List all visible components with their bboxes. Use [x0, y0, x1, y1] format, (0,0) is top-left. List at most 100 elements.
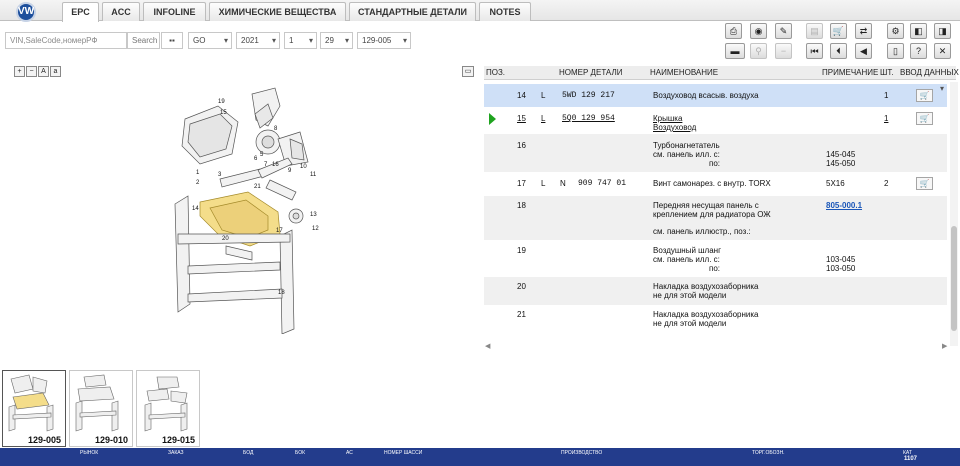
table-row-15[interactable]: 15 L 5Q0 129 954 Крышка Воздуховод 1 🛒 — [484, 107, 947, 134]
zoom-out-icon[interactable]: − — [26, 66, 37, 77]
callout-9: 9 — [288, 168, 292, 174]
thumbnail-129-005[interactable]: 129-005 — [2, 370, 66, 447]
font-small-icon[interactable]: a — [50, 66, 61, 77]
callout-13: 13 — [310, 212, 317, 218]
forward-icon[interactable]: ◨ — [934, 23, 951, 39]
col-part-number[interactable]: НОМЕР ДЕТАЛИ — [559, 68, 622, 77]
row-qty: 2 — [884, 179, 889, 188]
help-icon[interactable]: ? — [910, 43, 927, 59]
col-name[interactable]: НАИМЕНОВАНИЕ — [650, 68, 718, 77]
status-production-label: ПРОИЗВОДСТВО — [561, 450, 603, 456]
row-name-line3: см. панель иллюстр., поз.: — [653, 227, 751, 236]
row-name-line1: Крышка — [653, 114, 683, 123]
row-note: 5X16 — [826, 179, 845, 188]
current-row-arrow-icon — [489, 113, 496, 125]
illustration-link[interactable]: 805-000.1 — [826, 201, 862, 210]
row-name-line2: не для этой модели — [653, 319, 727, 328]
zoom-in-icon[interactable]: + — [14, 66, 25, 77]
thumbnail-129-015[interactable]: 129-015 — [136, 370, 200, 447]
row-pos: 14 — [517, 91, 526, 100]
table-row-16[interactable]: 16 Турбонагнетатель см. панель илл. с: п… — [484, 134, 947, 172]
model-select[interactable]: GO — [188, 32, 232, 49]
mini-view-icon[interactable]: ▯ — [887, 43, 904, 59]
col-qty[interactable]: ШТ. — [880, 68, 894, 77]
row-name-line3: по: — [709, 159, 721, 168]
prev-icon[interactable]: ⏴ — [830, 43, 847, 59]
cart-icon[interactable]: 🛒 — [916, 112, 933, 125]
table-row-18[interactable]: 18 Передняя несущая панель с креплением … — [484, 196, 947, 240]
tab-standard-parts[interactable]: СТАНДАРТНЫЕ ДЕТАЛИ — [349, 2, 476, 21]
keyboard-icon[interactable]: ▬ — [725, 43, 745, 59]
callout-10: 10 — [300, 164, 307, 170]
barcode-icon[interactable]: ▪▪ — [161, 32, 183, 49]
status-chassis-label: НОМЕР ШАССИ — [384, 450, 423, 456]
cart-icon[interactable]: 🛒 — [916, 89, 933, 102]
fit-view-icon[interactable]: ▭ — [462, 66, 474, 77]
table-row-19[interactable]: 19 Воздушный шланг см. панель илл. с: по… — [484, 240, 947, 277]
tab-epc[interactable]: EPC — [62, 2, 99, 22]
table-row-20[interactable]: 20 Накладка воздухозаборника не для этой… — [484, 277, 947, 305]
back-icon[interactable]: ◧ — [910, 23, 927, 39]
scroll-right-icon[interactable]: ▶ — [942, 342, 947, 350]
callout-14: 14 — [192, 206, 199, 212]
tab-chemicals[interactable]: ХИМИЧЕСКИЕ ВЕЩЕСТВА — [209, 2, 346, 21]
status-bod-label: БОД — [243, 450, 254, 456]
status-order-label: ЗАКАЗ — [168, 450, 184, 456]
row-note-from: 145-045 — [826, 150, 856, 159]
row-part-number[interactable]: 5WD 129 217 — [562, 91, 615, 100]
calc-icon[interactable]: ▤ — [806, 23, 823, 39]
illustration-select[interactable]: 129-005 — [357, 32, 411, 49]
settings-icon[interactable]: ⚙ — [887, 23, 904, 39]
table-row-14[interactable]: 14 L 5WD 129 217 Воздуховод всасыв. возд… — [484, 84, 947, 107]
tools-icon[interactable]: ✎ — [775, 23, 792, 39]
row-n-flag: N — [560, 179, 566, 188]
row-l-flag: L — [541, 91, 546, 100]
next-icon[interactable]: ◀ — [855, 43, 872, 59]
print-preview-icon[interactable]: ◉ — [750, 23, 767, 39]
font-large-icon[interactable]: A — [38, 66, 49, 77]
row-pos: 19 — [517, 246, 526, 255]
row-l-flag: L — [541, 114, 546, 123]
col-note[interactable]: ПРИМЕЧАНИЕ — [822, 68, 878, 77]
group-select[interactable]: 1 — [284, 32, 317, 49]
callout-18: 18 — [278, 290, 285, 296]
callout-11: 11 — [310, 172, 317, 178]
close-icon[interactable]: ✕ — [934, 43, 951, 59]
row-name-line1: Воздушный шланг — [653, 246, 722, 255]
exploded-parts-diagram[interactable]: 19 15 14 6 7 8 9 10 11 12 13 16 17 18 20… — [160, 84, 335, 334]
cart-add-icon[interactable]: 🛒 — [830, 23, 847, 39]
row-name-line2: Воздуховод — [653, 123, 697, 132]
link-icon[interactable]: ⚲ — [750, 43, 767, 59]
year-select[interactable]: 2021 — [236, 32, 280, 49]
minus-icon[interactable]: − — [775, 43, 792, 59]
search-button[interactable]: Search — [127, 32, 160, 49]
row-part-number[interactable]: 5Q0 129 954 — [562, 114, 615, 123]
row-note-to: 103-050 — [826, 264, 856, 273]
row-name-line2: креплением для радиатора ОЖ — [653, 210, 771, 219]
cart-icon[interactable]: 🛒 — [916, 177, 933, 190]
table-row-21[interactable]: 21 Накладка воздухозаборника не для этой… — [484, 305, 947, 333]
tab-notes[interactable]: NOTES — [479, 2, 531, 21]
printer-icon[interactable]: ⎙ — [725, 23, 742, 39]
status-bok-label: БОК — [295, 450, 306, 456]
cart-move-icon[interactable]: ⇄ — [855, 23, 872, 39]
row-note-to: 145-050 — [826, 159, 856, 168]
table-row-17[interactable]: 17 L N 909 747 01 Винт самонарез. с внут… — [484, 172, 947, 196]
subgroup-select[interactable]: 29 — [320, 32, 353, 49]
parts-table-header: ПОЗ. НОМЕР ДЕТАЛИ НАИМЕНОВАНИЕ ПРИМЕЧАНИ… — [484, 66, 959, 80]
col-pos[interactable]: ПОЗ. — [486, 68, 505, 77]
row-name-line1: Передняя несущая панель с — [653, 201, 759, 210]
row-name-line2: см. панель илл. с: — [653, 150, 720, 159]
tab-acc[interactable]: ACC — [102, 2, 140, 21]
table-scrollbar-thumb[interactable] — [951, 226, 957, 331]
status-market-label: РЫНОК — [80, 450, 99, 456]
col-data-entry[interactable]: ВВОД ДАННЫХ — [900, 68, 959, 77]
thumbnail-129-010[interactable]: 129-010 — [69, 370, 133, 447]
tab-infoline[interactable]: INFOLINE — [143, 2, 206, 21]
callout-2: 2 — [196, 180, 200, 186]
first-icon[interactable]: ⏮ — [806, 43, 823, 59]
scroll-left-icon[interactable]: ◀ — [485, 342, 490, 350]
row-part-number[interactable]: 909 747 01 — [578, 179, 626, 188]
callout-6: 6 — [254, 156, 258, 162]
vin-search-input[interactable]: VIN,SaleCode,номерРФ — [5, 32, 127, 49]
